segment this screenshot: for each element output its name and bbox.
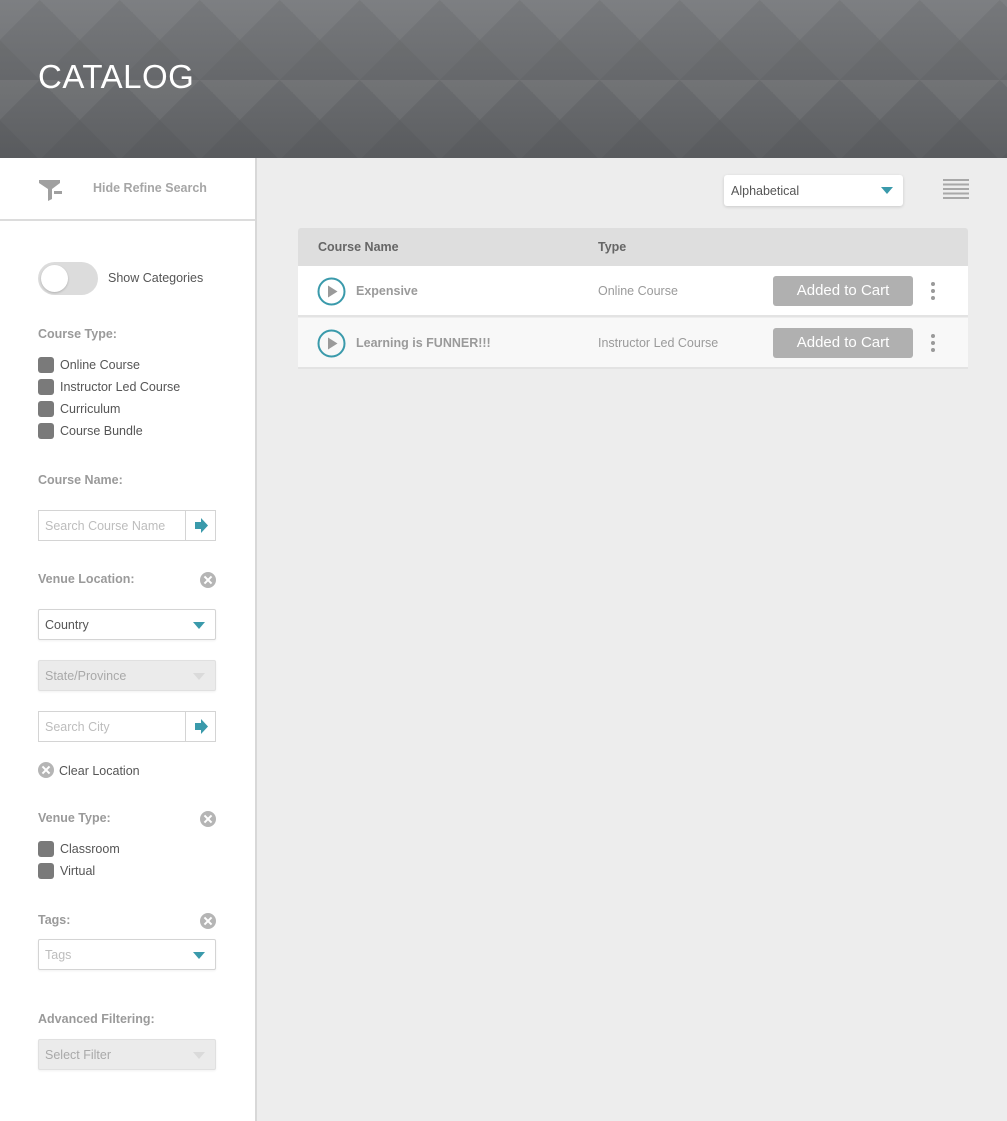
course-name-search-button[interactable] — [185, 511, 215, 540]
play-icon[interactable] — [317, 329, 346, 358]
checkbox-label: Curriculum — [60, 402, 121, 416]
course-name-link[interactable]: Learning is FUNNER!!! — [356, 336, 491, 350]
arrow-right-icon — [195, 719, 208, 734]
kebab-menu-icon[interactable] — [927, 282, 939, 300]
state-province-select-value: State/Province — [45, 669, 127, 683]
clear-location-label: Clear Location — [59, 764, 140, 778]
caret-down-icon — [193, 673, 205, 680]
venue-location-label: Venue Location: — [38, 572, 135, 586]
checkbox — [38, 401, 54, 417]
show-categories-toggle[interactable] — [38, 262, 98, 295]
funnel-icon — [39, 180, 62, 201]
checkbox-label: Classroom — [60, 842, 120, 856]
course-name-search — [38, 510, 216, 541]
venue-type-label: Venue Type: — [38, 811, 111, 825]
venue-type-clear-icon[interactable] — [200, 811, 216, 827]
refine-search-sidebar: Hide Refine Search Show Categories Cours… — [0, 158, 257, 1121]
caret-down-icon — [193, 1052, 205, 1059]
checkbox-label: Virtual — [60, 864, 96, 878]
city-input[interactable] — [39, 712, 186, 741]
venue-location-clear-icon[interactable] — [200, 572, 216, 588]
hide-refine-search-label: Hide Refine Search — [93, 181, 207, 195]
tags-select[interactable]: Tags — [38, 939, 216, 970]
checkbox-label: Instructor Led Course — [60, 380, 181, 394]
table-row: Expensive Online Course Added to Cart — [298, 266, 968, 317]
caret-down-icon — [881, 187, 893, 194]
city-search — [38, 711, 216, 742]
course-name-label: Course Name: — [38, 473, 123, 487]
sort-select[interactable]: Alphabetical — [724, 175, 903, 206]
advanced-filtering-label: Advanced Filtering: — [38, 1012, 155, 1026]
hide-refine-search-button[interactable]: Hide Refine Search — [0, 158, 255, 221]
caret-down-icon — [193, 952, 205, 959]
tags-select-placeholder: Tags — [45, 948, 72, 962]
country-select-value: Country — [45, 618, 89, 632]
course-name-link[interactable]: Expensive — [356, 284, 418, 298]
course-type: Instructor Led Course — [598, 336, 719, 350]
course-table: Course Name Type Expensive Online Course… — [298, 228, 968, 369]
added-to-cart-button[interactable]: Added to Cart — [773, 328, 913, 358]
kebab-menu-icon[interactable] — [927, 334, 939, 352]
list-view-icon[interactable] — [943, 178, 969, 202]
play-icon[interactable] — [317, 277, 346, 306]
show-categories-label: Show Categories — [108, 271, 204, 285]
toggle-knob — [41, 265, 68, 292]
arrow-right-icon — [195, 518, 208, 533]
state-province-select: State/Province — [38, 660, 216, 691]
course-type-label: Course Type: — [38, 327, 117, 341]
checkbox — [38, 379, 54, 395]
sort-select-value: Alphabetical — [731, 184, 800, 198]
clear-icon — [38, 762, 54, 778]
column-header-type[interactable]: Type — [598, 240, 626, 254]
checkbox-label: Online Course — [60, 358, 140, 372]
column-header-course-name[interactable]: Course Name — [318, 240, 399, 254]
course-type: Online Course — [598, 284, 678, 298]
checkbox — [38, 863, 54, 879]
catalog-banner: CATALOG — [0, 0, 1007, 158]
page-title: CATALOG — [38, 58, 195, 95]
table-header: Course Name Type — [298, 228, 968, 266]
checkbox — [38, 423, 54, 439]
tags-clear-icon[interactable] — [200, 913, 216, 929]
country-select[interactable]: Country — [38, 609, 216, 640]
city-search-button[interactable] — [185, 712, 215, 741]
tags-label: Tags: — [38, 913, 71, 927]
caret-down-icon — [193, 622, 205, 629]
table-row: Learning is FUNNER!!! Instructor Led Cou… — [298, 318, 968, 369]
added-to-cart-button[interactable]: Added to Cart — [773, 276, 913, 306]
checkbox — [38, 357, 54, 373]
course-name-input[interactable] — [39, 511, 186, 540]
advanced-filter-select: Select Filter — [38, 1039, 216, 1070]
checkbox — [38, 841, 54, 857]
advanced-filter-placeholder: Select Filter — [45, 1048, 111, 1062]
checkbox-label: Course Bundle — [60, 424, 143, 438]
